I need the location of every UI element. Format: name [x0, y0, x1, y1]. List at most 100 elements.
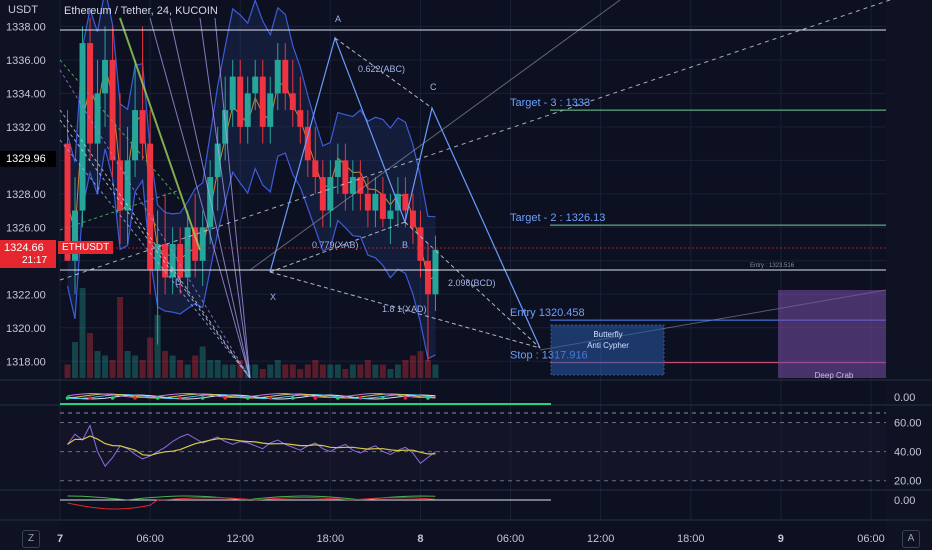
- volume-bar: [394, 364, 401, 378]
- candle-body: [102, 59, 109, 94]
- x-tick-label: 12:00: [226, 533, 254, 545]
- indicator-dot: [155, 396, 160, 400]
- y-tick-label: 20.00: [894, 476, 922, 488]
- zoom-button[interactable]: Z: [22, 530, 40, 548]
- candle-body: [132, 110, 139, 161]
- volume-bar: [199, 346, 206, 378]
- volume-bar: [342, 369, 349, 378]
- x-tick-label: 06:00: [857, 533, 885, 545]
- chart-canvas[interactable]: ABCDX0.622(ABC)0.779(XAB)2.096(BCD)1.8 1…: [0, 0, 932, 550]
- symbol-badge: ETHUSDT: [58, 241, 114, 254]
- y-tick-label: 1336.00: [6, 55, 46, 67]
- deep-crab-box: [778, 290, 886, 378]
- volume-bar: [259, 369, 266, 378]
- volume-bar: [139, 360, 146, 378]
- volume-bar: [162, 351, 169, 378]
- y-tick-label: 1322.00: [6, 289, 46, 301]
- volume-bar: [109, 360, 116, 378]
- x-tick-label: 7: [57, 533, 63, 545]
- candle-body: [342, 160, 349, 194]
- x-tick-label: 9: [778, 533, 784, 545]
- candle-body: [327, 177, 334, 211]
- candle-body: [109, 59, 116, 161]
- x-tick-label: 18:00: [677, 533, 705, 545]
- indicator-dot: [268, 396, 273, 400]
- candle-body: [162, 244, 169, 278]
- volume-bar: [252, 364, 259, 378]
- indicator-baseline: [60, 403, 551, 405]
- candle-body: [229, 76, 236, 111]
- volume-bar: [184, 364, 191, 378]
- candle-body: [147, 143, 154, 270]
- volume-bar: [304, 364, 311, 378]
- volume-bar: [432, 364, 439, 378]
- candle-body: [124, 160, 131, 211]
- x-tick-label: 18:00: [317, 533, 345, 545]
- target-label: Target - 3 : 1333: [510, 97, 590, 109]
- pattern-label: 1.8 1(XAD): [382, 304, 427, 314]
- pattern-label: 0.622(ABC): [358, 64, 405, 74]
- x-tick-label: 06:00: [136, 533, 164, 545]
- volume-bar: [289, 364, 296, 378]
- candle-body: [244, 93, 251, 127]
- candle-body: [417, 227, 424, 261]
- y-tick-label: 1338.00: [6, 21, 46, 33]
- volume-bar: [282, 364, 289, 378]
- candle-body: [387, 210, 394, 219]
- volume-bar: [64, 364, 71, 378]
- volume-bar: [424, 360, 431, 378]
- candle-body: [267, 93, 274, 127]
- y-tick-label: 60.00: [894, 418, 922, 430]
- x-tick-label: 06:00: [497, 533, 525, 545]
- pattern-label: 0.779(XAB): [312, 240, 359, 250]
- volume-bar: [349, 364, 356, 378]
- candle-body: [409, 210, 416, 228]
- pattern-label: X: [270, 292, 276, 302]
- y-tick-label: 1326.00: [6, 222, 46, 234]
- candle-body: [424, 260, 431, 295]
- candle-body: [372, 193, 379, 211]
- indicator-pane-rsi: [60, 412, 886, 482]
- y-tick-label: 1318.00: [6, 356, 46, 368]
- chart-title: Ethereum / Tether, 24, KUCOIN: [64, 5, 218, 17]
- volume-bar: [222, 364, 229, 378]
- candle-body: [79, 43, 86, 211]
- volume-bar: [102, 355, 109, 378]
- candle-body: [349, 177, 356, 194]
- volume-bar: [87, 333, 94, 378]
- indicator-dot: [178, 396, 182, 400]
- y-tick-label: 1334.00: [6, 88, 46, 100]
- price-unit: USDT: [8, 4, 38, 16]
- price-axis-panel: [0, 0, 60, 550]
- indicator-dot: [223, 396, 227, 400]
- candle-body: [199, 227, 206, 261]
- volume-bar: [117, 297, 124, 378]
- candle-body: [334, 160, 341, 178]
- indicator-dot: [403, 396, 408, 400]
- volume-bar: [379, 364, 386, 378]
- auto-scale-button[interactable]: A: [902, 530, 920, 548]
- candle-body: [274, 59, 281, 94]
- candle-body: [259, 76, 266, 127]
- y-tick-label: 40.00: [894, 447, 922, 459]
- volume-bar: [214, 360, 221, 378]
- pattern-label: C: [430, 82, 437, 92]
- candle-body: [237, 76, 244, 127]
- y-tick-label: 1332.00: [6, 122, 46, 134]
- last-price-badge: 1324.66 21:17: [0, 240, 56, 268]
- indicator-dot: [336, 396, 340, 400]
- y-tick-label: 1328.00: [6, 189, 46, 201]
- candle-body: [379, 193, 386, 219]
- volume-bar: [229, 364, 236, 378]
- volume-bar: [402, 360, 409, 378]
- indicator-dot: [200, 396, 205, 400]
- volume-bar: [72, 342, 79, 378]
- volume-bar: [132, 355, 139, 378]
- pattern-label: 2.096(BCD): [448, 278, 496, 288]
- crosshair-price-badge: 1329.96: [0, 151, 56, 167]
- candle-body: [297, 110, 304, 127]
- indicator-dot: [88, 396, 92, 400]
- candle-body: [312, 160, 319, 178]
- candle-body: [139, 110, 146, 144]
- target-label: Target - 2 : 1326.13: [510, 212, 605, 224]
